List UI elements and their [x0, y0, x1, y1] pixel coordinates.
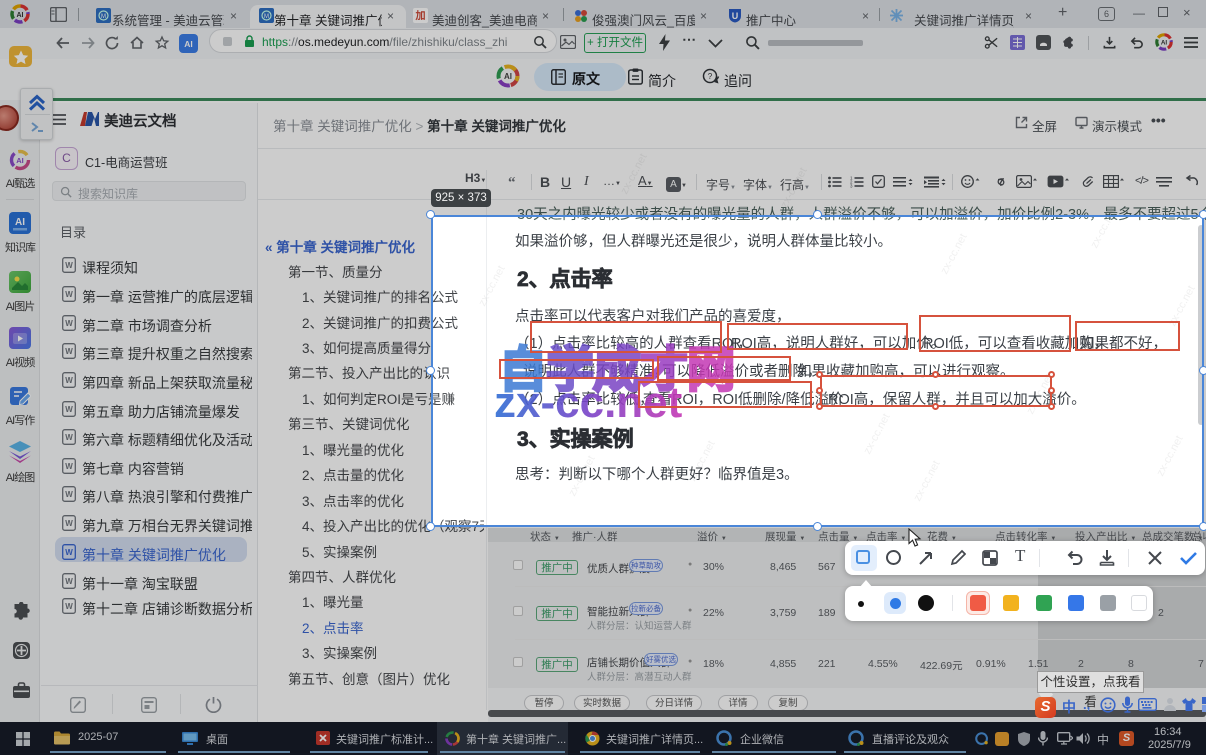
svg-text:U: U: [732, 11, 739, 21]
svg-text:3: 3: [850, 184, 853, 189]
svg-text:AI: AI: [184, 39, 193, 49]
svg-text:W: W: [65, 376, 73, 385]
svg-text:W: W: [65, 290, 73, 299]
svg-text:W: W: [65, 319, 73, 328]
svg-text:W: W: [65, 490, 73, 499]
svg-text:W: W: [65, 577, 73, 586]
svg-text:AI: AI: [17, 12, 24, 19]
svg-text:AI: AI: [1161, 40, 1168, 47]
svg-text:W: W: [65, 347, 73, 356]
svg-text:W: W: [65, 405, 73, 414]
svg-text:W: W: [65, 433, 73, 442]
svg-text:AI: AI: [16, 156, 24, 165]
svg-text:W: W: [65, 462, 73, 471]
svg-text:AI: AI: [504, 72, 512, 81]
svg-text:?: ?: [708, 72, 713, 81]
svg-text:加: 加: [415, 9, 426, 22]
svg-text:M: M: [101, 14, 106, 20]
svg-text:AI: AI: [15, 217, 25, 228]
svg-text:W: W: [65, 602, 73, 611]
svg-text:M: M: [264, 14, 269, 20]
svg-text:W: W: [65, 519, 73, 528]
svg-text:W: W: [65, 548, 73, 557]
svg-text:W: W: [65, 261, 73, 270]
